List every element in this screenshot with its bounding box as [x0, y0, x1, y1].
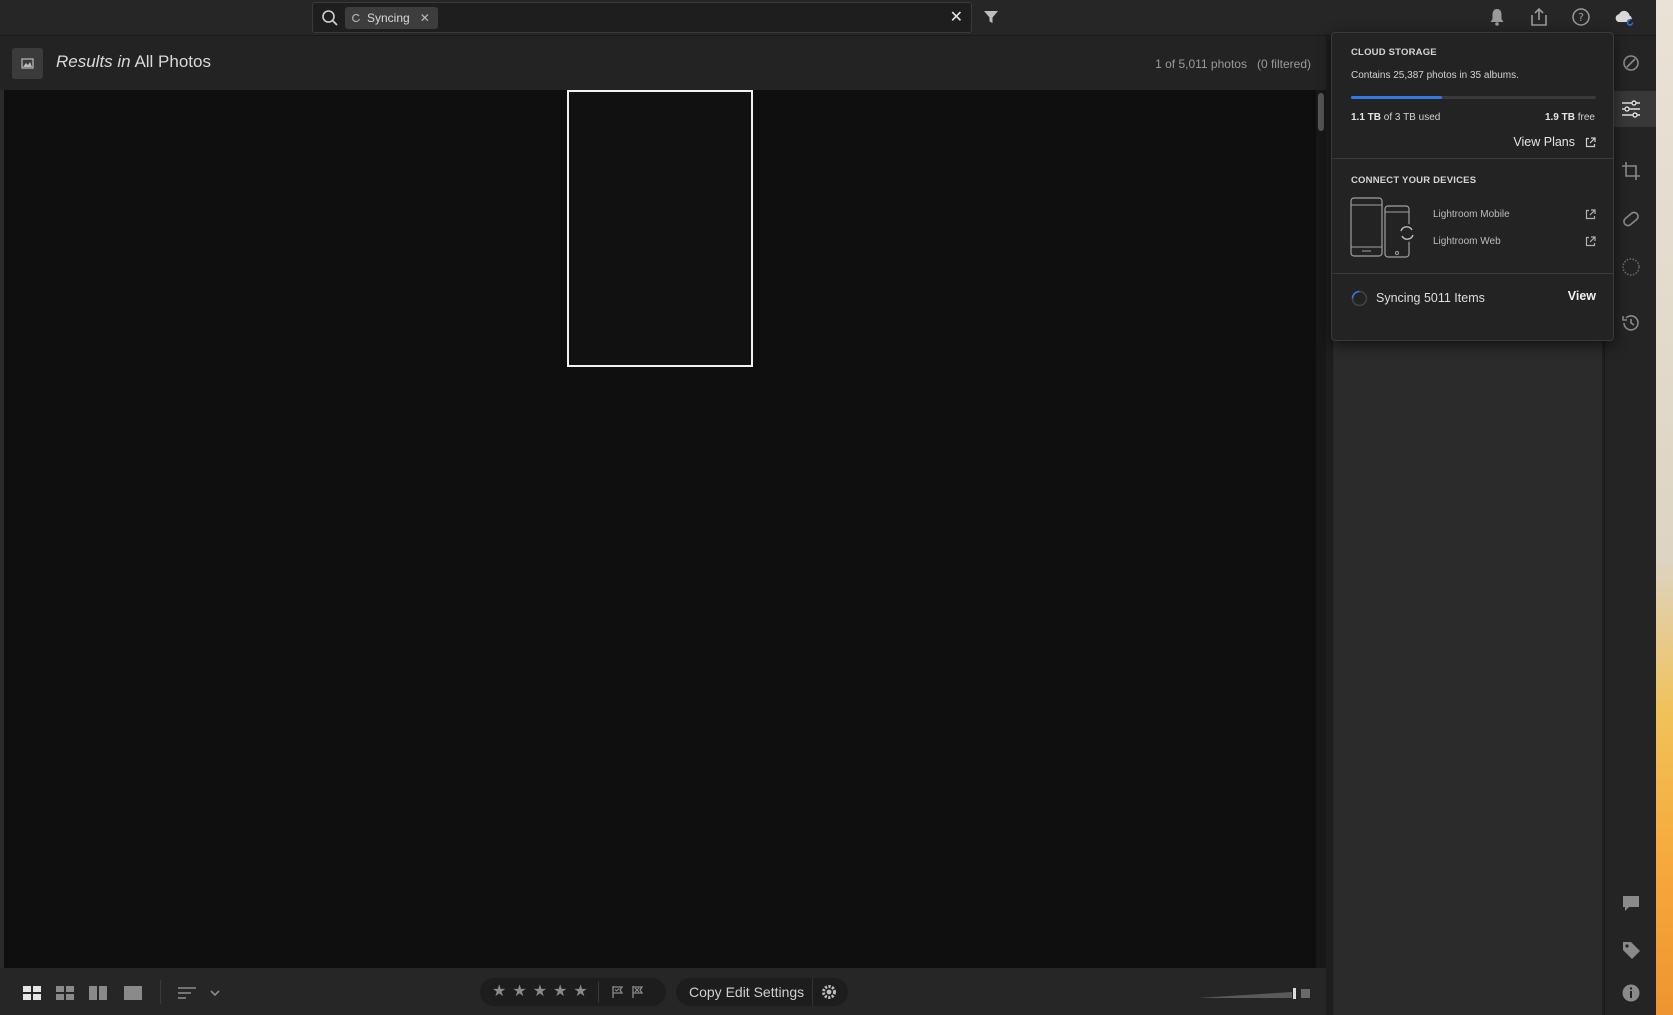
- results-header: Results in All Photos 1 of 5,011 photos …: [0, 36, 1326, 90]
- clear-search-button[interactable]: ✕: [950, 9, 963, 27]
- results-count: 1 of 5,011 photos (0 filtered): [1155, 57, 1311, 71]
- tag-icon[interactable]: [1620, 939, 1642, 961]
- search-token-syncing[interactable]: Syncing ✕: [345, 7, 438, 29]
- edit-sliders-icon[interactable]: [1620, 98, 1642, 120]
- external-link-icon[interactable]: [1585, 209, 1596, 220]
- desktop-background-edge: [1656, 0, 1673, 1015]
- star-icon-2[interactable]: ★: [512, 984, 526, 1000]
- sync-spinner-icon: [1351, 290, 1368, 307]
- storage-used-suffix: of 3 TB used: [1383, 112, 1441, 123]
- compare-view-icon[interactable]: [87, 984, 109, 1002]
- history-icon[interactable]: [1620, 312, 1642, 334]
- thumbnail-size-slider[interactable]: [1198, 986, 1310, 1000]
- connect-devices-heading: CONNECT YOUR DEVICES: [1351, 175, 1477, 186]
- external-link-icon: [1585, 136, 1596, 147]
- copy-edit-settings-group: Copy Edit Settings: [676, 978, 848, 1006]
- photo-count: 1 of 5,011 photos: [1155, 57, 1247, 71]
- results-scope: All Photos: [134, 52, 211, 71]
- popup-divider: [1332, 273, 1613, 274]
- storage-free-suffix: free: [1577, 112, 1595, 123]
- search-icon: [322, 10, 338, 26]
- lightroom-window: Syncing ✕ ✕ ? Results in All Photos 1 of…: [0, 0, 1673, 1015]
- remove-token-icon[interactable]: ✕: [420, 11, 430, 25]
- svg-text:?: ?: [1578, 11, 1584, 24]
- popup-divider: [1332, 158, 1613, 159]
- info-icon[interactable]: [1620, 982, 1642, 1004]
- star-icon-1[interactable]: ★: [492, 984, 506, 1000]
- copy-edit-settings-button[interactable]: Copy Edit Settings: [676, 984, 812, 1000]
- photo-grid: [4, 90, 1316, 968]
- star-icon-3[interactable]: ★: [533, 984, 547, 1000]
- image-icon: [21, 58, 34, 69]
- sync-icon: [352, 13, 361, 23]
- sort-icon[interactable]: [176, 984, 198, 1002]
- rating-and-flags: ★ ★ ★ ★ ★: [480, 978, 666, 1006]
- scrollbar-thumb[interactable]: [1318, 93, 1324, 131]
- chevron-down-icon[interactable]: [208, 984, 222, 1002]
- grid-view-icon[interactable]: [54, 984, 76, 1002]
- storage-used: 1.1 TB of 3 TB used: [1351, 112, 1440, 123]
- gear-icon[interactable]: [813, 978, 847, 1006]
- grid-scrollbar[interactable]: [1316, 90, 1326, 968]
- square-grid-view-icon[interactable]: [21, 984, 43, 1002]
- star-icon-4[interactable]: ★: [553, 984, 567, 1000]
- filter-icon[interactable]: [982, 8, 1000, 26]
- lightroom-web-link[interactable]: Lightroom Web: [1433, 236, 1501, 247]
- bell-icon[interactable]: [1486, 6, 1508, 28]
- star-icon-5[interactable]: ★: [573, 984, 587, 1000]
- cloud-storage-popup: CLOUD STORAGE Contains 25,387 photos in …: [1331, 32, 1614, 341]
- photo-thumbnail-selected[interactable]: [567, 90, 753, 367]
- album-thumbnail[interactable]: [12, 48, 43, 79]
- help-icon[interactable]: ?: [1570, 6, 1592, 28]
- storage-used-amount: 1.1 TB: [1351, 112, 1382, 123]
- crop-icon[interactable]: [1620, 160, 1642, 182]
- flag-reject-icon[interactable]: [631, 985, 645, 999]
- share-icon[interactable]: [1528, 6, 1550, 28]
- rating-divider: [597, 982, 599, 1002]
- search-token-label: Syncing: [367, 11, 410, 25]
- search-bar[interactable]: Syncing ✕ ✕: [312, 2, 972, 33]
- devices-sync-icon: [1350, 197, 1416, 258]
- storage-usage-bar: [1351, 96, 1596, 99]
- top-bar: Syncing ✕ ✕ ?: [0, 0, 1656, 36]
- comment-icon[interactable]: [1620, 892, 1642, 914]
- lightroom-mobile-link[interactable]: Lightroom Mobile: [1433, 209, 1510, 220]
- filtered-count: (0 filtered): [1256, 57, 1311, 71]
- cloud-sync-icon[interactable]: [1613, 6, 1635, 28]
- flag-pick-icon[interactable]: [611, 985, 625, 999]
- results-title: Results in All Photos: [56, 52, 211, 72]
- toolbar-divider: [160, 980, 161, 1004]
- bottom-toolbar: ★ ★ ★ ★ ★ Copy Edit Settings: [0, 968, 1326, 1015]
- sync-status: Syncing 5011 Items: [1376, 291, 1485, 305]
- storage-free: 1.9 TB free: [1545, 112, 1595, 123]
- external-link-icon[interactable]: [1585, 236, 1596, 247]
- sync-view-button[interactable]: View: [1568, 289, 1596, 303]
- presets-icon[interactable]: [1620, 52, 1642, 74]
- masking-icon[interactable]: [1620, 256, 1642, 278]
- view-plans-label: View Plans: [1513, 135, 1575, 149]
- detail-view-icon[interactable]: [122, 984, 144, 1002]
- storage-free-amount: 1.9 TB: [1544, 112, 1575, 123]
- results-prefix: Results in: [56, 52, 131, 71]
- healing-icon[interactable]: [1620, 208, 1642, 230]
- view-plans-link[interactable]: View Plans: [1513, 135, 1596, 149]
- cloud-storage-heading: CLOUD STORAGE: [1351, 47, 1437, 58]
- storage-usage-fill: [1351, 96, 1442, 99]
- storage-summary: Contains 25,387 photos in 35 albums.: [1351, 70, 1519, 81]
